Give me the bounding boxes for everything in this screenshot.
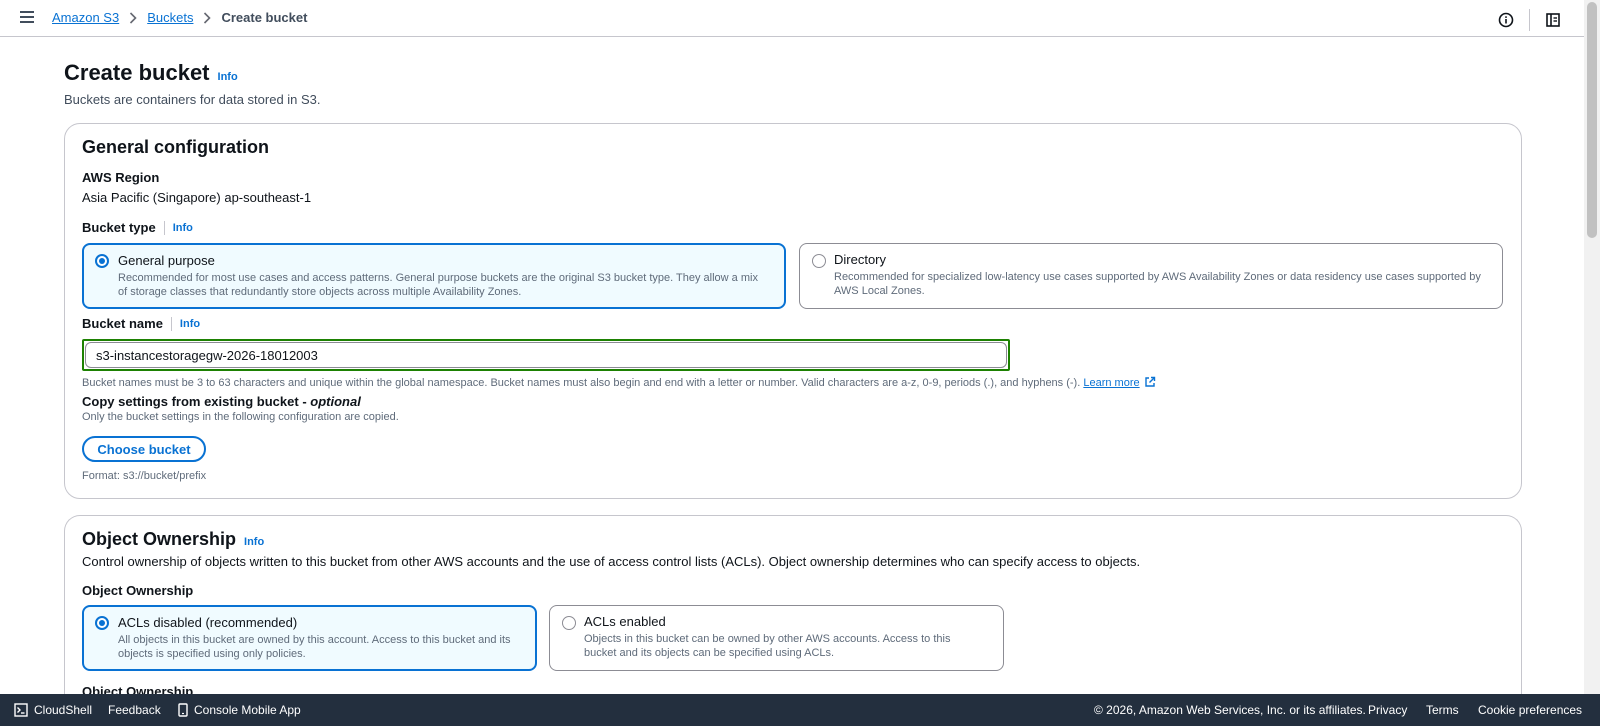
option-description: Objects in this bucket can be owned by o… xyxy=(584,633,951,659)
console-footer: CloudShell Feedback Console Mobile App ©… xyxy=(0,694,1600,726)
bucket-name-label: Bucket name Info xyxy=(82,316,201,331)
toolbar-divider xyxy=(1529,9,1530,31)
object-ownership-description: Control ownership of objects written to … xyxy=(82,554,1141,569)
hamburger-menu-icon[interactable] xyxy=(20,11,35,25)
object-ownership-panel: Object Ownership Info Control ownership … xyxy=(64,515,1522,715)
copy-settings-label: Copy settings from existing bucket - opt… xyxy=(82,394,361,409)
option-description: Recommended for specialized low-latency … xyxy=(834,271,1481,297)
copyright-text: © 2026, Amazon Web Services, Inc. or its… xyxy=(1094,703,1366,717)
aws-region-label: AWS Region xyxy=(82,170,160,185)
bucket-name-input[interactable] xyxy=(85,342,1007,368)
page-info-link[interactable]: Info xyxy=(218,71,238,83)
option-description: All objects in this bucket are owned by … xyxy=(118,634,511,660)
privacy-link[interactable]: Privacy xyxy=(1368,703,1407,717)
bucket-type-label: Bucket type Info xyxy=(82,220,193,235)
radio-selected-icon[interactable] xyxy=(95,616,109,630)
cloudshell-button[interactable]: CloudShell xyxy=(14,703,92,717)
top-navigation-bar: Amazon S3 Buckets Create bucket xyxy=(0,0,1584,37)
page-scrollbar[interactable] xyxy=(1584,0,1600,694)
radio-unselected-icon[interactable] xyxy=(812,254,826,268)
bucket-type-general-purpose-option[interactable]: General purpose Recommended for most use… xyxy=(82,243,786,309)
bucket-type-directory-option[interactable]: Directory Recommended for specialized lo… xyxy=(799,243,1503,309)
external-link-icon[interactable] xyxy=(1144,376,1156,391)
radio-unselected-icon[interactable] xyxy=(562,616,576,630)
page-description: Buckets are containers for data stored i… xyxy=(64,92,321,107)
option-title: ACLs disabled (recommended) xyxy=(118,615,298,630)
chevron-right-icon xyxy=(203,11,212,24)
option-title: General purpose xyxy=(118,253,215,268)
aws-region-value: Asia Pacific (Singapore) ap-southeast-1 xyxy=(82,190,312,205)
optional-marker: optional xyxy=(310,394,361,409)
format-hint: Format: s3://bucket/prefix xyxy=(82,470,207,482)
learn-more-link[interactable]: Learn more xyxy=(1083,377,1139,389)
page-title: Create bucket xyxy=(64,60,210,85)
breadcrumb-buckets[interactable]: Buckets xyxy=(147,10,193,25)
object-ownership-header: Object Ownership Info xyxy=(82,529,264,550)
info-circle-icon[interactable] xyxy=(1497,11,1515,29)
mobile-device-icon xyxy=(177,703,189,717)
breadcrumb: Amazon S3 Buckets Create bucket xyxy=(52,10,307,25)
bucket-type-info-link[interactable]: Info xyxy=(173,222,193,234)
option-title: ACLs enabled xyxy=(584,614,666,629)
scrollbar-thumb[interactable] xyxy=(1587,2,1597,238)
copy-settings-description: Only the bucket settings in the followin… xyxy=(82,411,399,423)
object-ownership-info-link[interactable]: Info xyxy=(244,536,264,548)
notifications-panel-icon[interactable] xyxy=(1544,11,1562,29)
acls-enabled-option[interactable]: ACLs enabled Objects in this bucket can … xyxy=(549,605,1004,671)
terms-link[interactable]: Terms xyxy=(1426,703,1459,717)
cookie-preferences-link[interactable]: Cookie preferences xyxy=(1478,703,1582,717)
page-header: Create bucket Info xyxy=(64,60,238,86)
radio-selected-icon[interactable] xyxy=(95,254,109,268)
object-ownership-label: Object Ownership xyxy=(82,583,194,598)
chevron-right-icon xyxy=(129,11,137,24)
object-ownership-heading: Object Ownership xyxy=(82,529,237,549)
general-configuration-panel: General configuration AWS Region Asia Pa… xyxy=(64,123,1522,499)
choose-bucket-button[interactable]: Choose bucket xyxy=(82,436,206,462)
bucket-name-focus-outline xyxy=(82,339,1010,371)
feedback-link[interactable]: Feedback xyxy=(108,703,161,717)
breadcrumb-amazon-s3[interactable]: Amazon S3 xyxy=(52,10,119,25)
console-mobile-app-link[interactable]: Console Mobile App xyxy=(177,703,301,717)
bucket-name-info-link[interactable]: Info xyxy=(180,318,200,330)
bucket-name-constraint-hint: Bucket names must be 3 to 63 characters … xyxy=(82,376,1156,391)
general-configuration-heading: General configuration xyxy=(82,137,270,157)
terminal-icon xyxy=(14,703,28,717)
option-description: Recommended for most use cases and acces… xyxy=(118,272,758,298)
acls-disabled-option[interactable]: ACLs disabled (recommended) All objects … xyxy=(82,605,537,671)
option-title: Directory xyxy=(834,252,887,267)
top-right-tools xyxy=(1497,9,1562,31)
breadcrumb-current: Create bucket xyxy=(221,10,308,25)
